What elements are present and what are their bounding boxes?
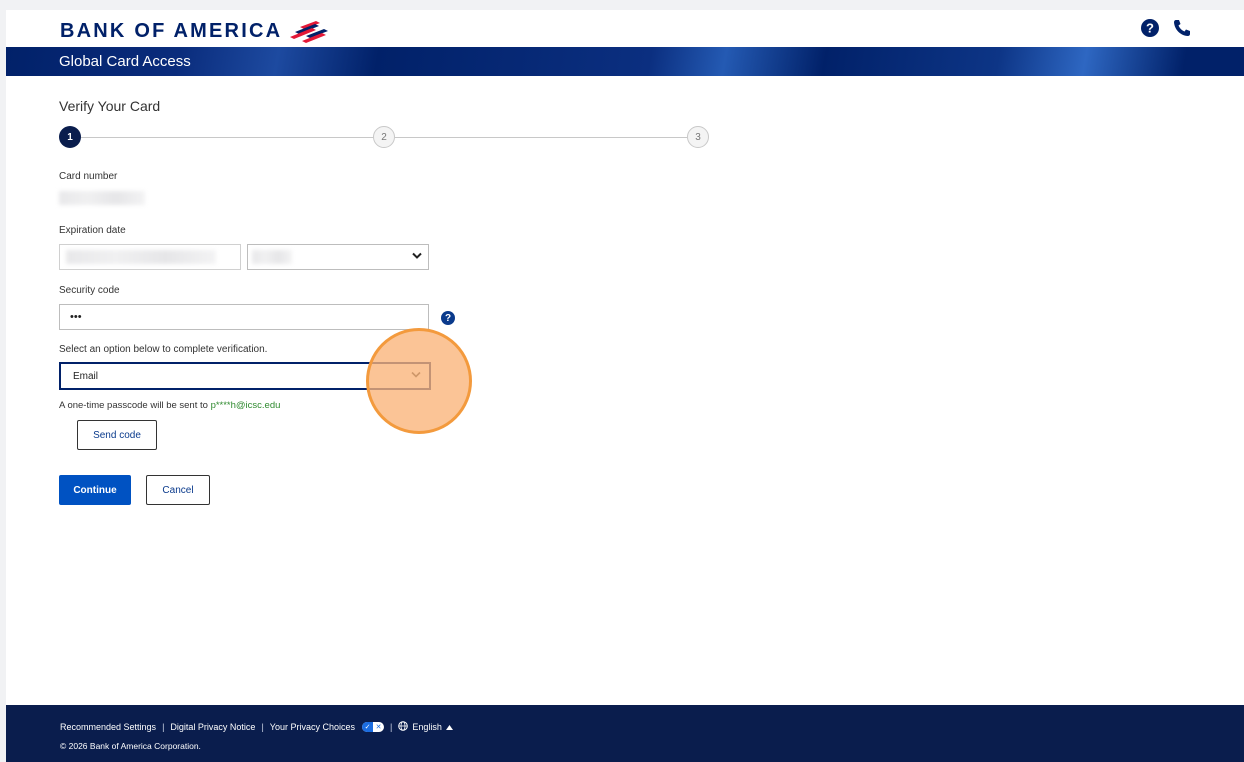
product-bar: Global Card Access xyxy=(6,47,1244,76)
copyright: © 2026 Bank of America Corporation. xyxy=(60,741,201,751)
verify-form: Verify Your Card 1 2 3 Card number Expir… xyxy=(59,98,759,505)
chevron-down-icon xyxy=(412,252,422,263)
footer-link-privacy-choices[interactable]: Your Privacy Choices xyxy=(270,722,355,732)
product-title: Global Card Access xyxy=(59,53,191,70)
stepper-line xyxy=(395,137,687,138)
help-icon[interactable]: ? xyxy=(1140,18,1160,38)
footer: Recommended Settings | Digital Privacy N… xyxy=(6,705,1244,762)
expiration-year-select[interactable] xyxy=(247,244,429,270)
step-3: 3 xyxy=(687,126,709,148)
page: BANK OF AMERICA ? Global Card Access Ver… xyxy=(6,10,1244,762)
security-code-input[interactable]: ••• xyxy=(59,304,429,330)
expiration-month-value xyxy=(66,250,216,264)
progress-stepper: 1 2 3 xyxy=(59,126,711,150)
otp-email: p****h@icsc.edu xyxy=(210,400,281,411)
send-code-button[interactable]: Send code xyxy=(77,420,157,450)
continue-button[interactable]: Continue xyxy=(59,475,131,505)
otp-notice: A one-time passcode will be sent to p***… xyxy=(59,400,280,411)
brand-name: BANK OF AMERICA xyxy=(60,20,283,42)
expiration-month-select[interactable] xyxy=(59,244,241,270)
card-number-value xyxy=(59,191,145,205)
globe-icon xyxy=(398,721,409,733)
step-2: 2 xyxy=(373,126,395,148)
otp-text: A one-time passcode will be sent to xyxy=(59,400,211,411)
security-code-value: ••• xyxy=(70,311,82,323)
stepper-line xyxy=(81,137,373,138)
cancel-button[interactable]: Cancel xyxy=(146,475,210,505)
card-number-label: Card number xyxy=(59,171,118,182)
footer-divider: | xyxy=(390,722,393,732)
expiration-year-value xyxy=(252,250,292,264)
footer-links: Recommended Settings | Digital Privacy N… xyxy=(60,721,453,733)
svg-text:?: ? xyxy=(1146,21,1154,36)
click-highlight xyxy=(366,328,472,434)
footer-divider: | xyxy=(162,722,165,732)
header-icons: ? xyxy=(1140,18,1192,38)
security-code-label: Security code xyxy=(59,285,120,296)
flag-logo-icon xyxy=(290,20,329,43)
brand-bar: BANK OF AMERICA ? xyxy=(6,10,1244,47)
page-title: Verify Your Card xyxy=(59,98,161,114)
security-code-help-icon[interactable]: ? xyxy=(441,311,455,325)
language-selector[interactable]: English xyxy=(412,722,442,732)
privacy-choices-icon: ✓ ✕ xyxy=(362,722,384,732)
expiration-label: Expiration date xyxy=(59,225,126,236)
verification-method-value: Email xyxy=(73,370,99,382)
footer-link-recommended-settings[interactable]: Recommended Settings xyxy=(60,722,156,732)
step-1: 1 xyxy=(59,126,81,148)
phone-icon[interactable] xyxy=(1172,18,1192,38)
option-prompt: Select an option below to complete verif… xyxy=(59,344,268,355)
caret-up-icon xyxy=(445,722,453,732)
footer-link-privacy-notice[interactable]: Digital Privacy Notice xyxy=(170,722,255,732)
footer-divider: | xyxy=(261,722,264,732)
bank-logo[interactable]: BANK OF AMERICA xyxy=(60,20,330,43)
